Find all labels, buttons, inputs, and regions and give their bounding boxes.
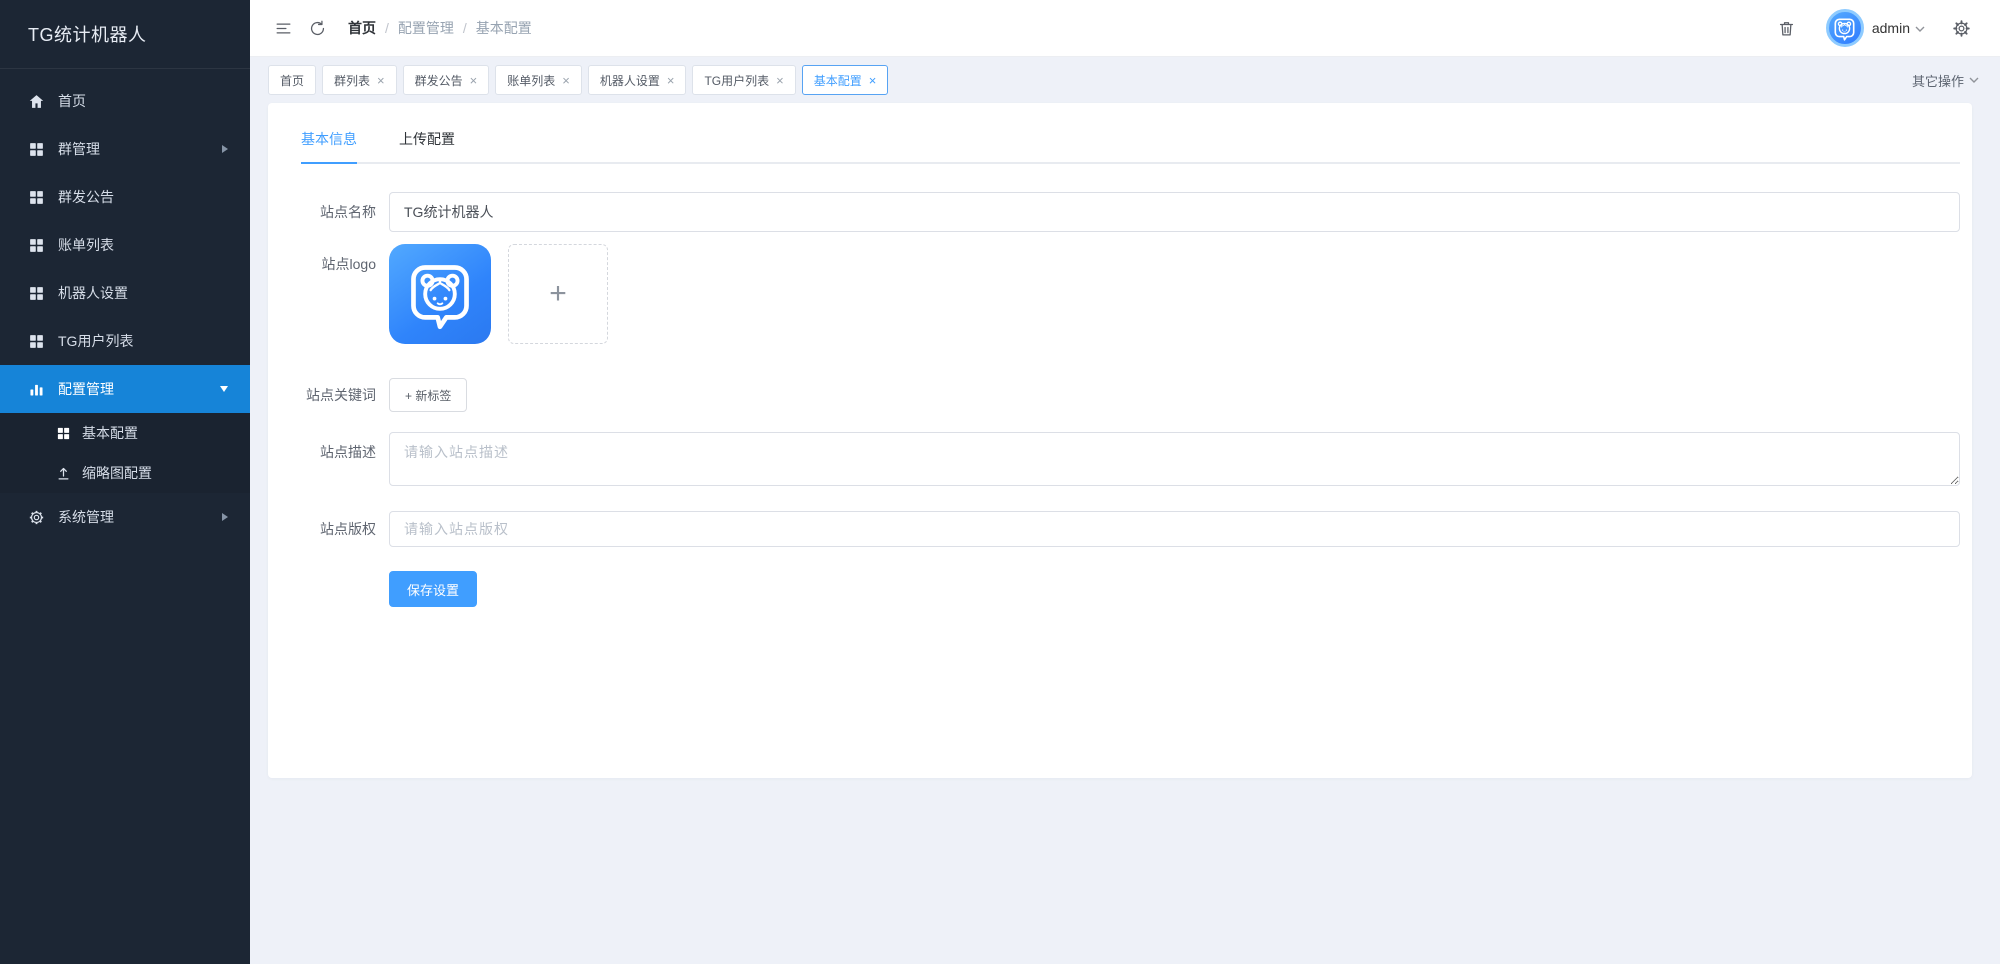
main-area: 首页 / 配置管理 / 基本配置 admin 首页 群列表 × 群发公告 × 账… (250, 0, 2000, 964)
sidebar-item-label: 账单列表 (58, 237, 114, 253)
sidebar-menu: 首页 群管理 群发公告 账单列表 机器人设置 TG用户列表 配置管理 基本配置 … (0, 69, 250, 541)
sidebar-item-label: 群发公告 (58, 189, 114, 205)
spacer (301, 571, 389, 607)
user-menu[interactable]: admin (1825, 9, 1926, 47)
logo-upload-button[interactable]: + (508, 244, 608, 344)
close-icon[interactable]: × (470, 74, 478, 87)
grid-icon (28, 237, 45, 254)
content-panel: 基本信息 上传配置 站点名称 站点logo (268, 103, 1972, 778)
tag-tg-users[interactable]: TG用户列表 × (692, 65, 796, 95)
grid-icon (56, 426, 71, 441)
home-icon (28, 93, 45, 110)
sidebar-item-label: TG用户列表 (58, 333, 134, 349)
sidebar-item-robot-settings[interactable]: 机器人设置 (0, 269, 250, 317)
breadcrumb-current: 基本配置 (475, 20, 532, 36)
sidebar-item-label: 首页 (58, 93, 86, 109)
close-icon[interactable]: × (869, 74, 877, 87)
content-tabs: 基本信息 上传配置 (301, 129, 1960, 164)
trash-icon[interactable] (1770, 11, 1804, 45)
site-name-input[interactable] (389, 192, 1960, 232)
sidebar-item-label: 机器人设置 (58, 285, 128, 301)
sidebar-item-label: 配置管理 (58, 381, 114, 397)
tag-label: 群列表 (334, 73, 371, 88)
tag-announcements[interactable]: 群发公告 × (402, 65, 490, 95)
site-description-textarea[interactable] (389, 432, 1960, 486)
sidebar-item-group-mgmt[interactable]: 群管理 (0, 125, 250, 173)
other-operations-label: 其它操作 (1911, 73, 1964, 89)
site-config-form: 站点名称 站点logo (301, 192, 1960, 607)
chevron-down-icon (1968, 74, 1980, 86)
tag-label: 账单列表 (507, 73, 556, 88)
new-tag-button[interactable]: + 新标签 (389, 378, 468, 412)
grid-icon (28, 189, 45, 206)
sidebar-subitem-thumbnail-config[interactable]: 缩略图配置 (0, 453, 250, 493)
tab-basic-info[interactable]: 基本信息 (301, 129, 357, 164)
other-operations-dropdown[interactable]: 其它操作 (1912, 71, 1980, 90)
grid-icon (28, 333, 45, 350)
opened-tags: 首页 群列表 × 群发公告 × 账单列表 × 机器人设置 × TG用户列表 × (268, 65, 889, 95)
sidebar-item-home[interactable]: 首页 (0, 77, 250, 125)
avatar (1825, 9, 1864, 47)
config-submenu: 基本配置 缩略图配置 (0, 413, 250, 493)
bar-chart-icon (28, 381, 45, 398)
breadcrumb-separator: / (462, 20, 467, 36)
grid-icon (28, 285, 45, 302)
site-copyright-input[interactable] (389, 511, 1960, 547)
tag-robot-settings[interactable]: 机器人设置 × (587, 65, 687, 95)
tag-label: 首页 (280, 73, 305, 88)
chevron-down-icon (1914, 22, 1926, 34)
site-logo-image[interactable] (389, 244, 491, 344)
sidebar-item-system-mgmt[interactable]: 系统管理 (0, 493, 250, 541)
close-icon[interactable]: × (562, 74, 570, 87)
sidebar-item-tg-users[interactable]: TG用户列表 (0, 317, 250, 365)
chevron-down-icon (220, 386, 228, 392)
top-header: 首页 / 配置管理 / 基本配置 admin (250, 0, 2000, 57)
sidebar-item-bills[interactable]: 账单列表 (0, 221, 250, 269)
tag-label: 机器人设置 (599, 73, 660, 88)
sidebar-item-label: 缩略图配置 (82, 465, 152, 481)
username: admin (1871, 20, 1910, 36)
plus-icon: + (549, 277, 567, 310)
sidebar: TG统计机器人 首页 群管理 群发公告 账单列表 机器人设置 TG用户列表 配置… (0, 0, 250, 964)
breadcrumb-home[interactable]: 首页 (348, 18, 376, 38)
upload-icon (56, 466, 71, 481)
site-copyright-label: 站点版权 (320, 521, 376, 537)
sidebar-item-announcements[interactable]: 群发公告 (0, 173, 250, 221)
breadcrumb: 首页 / 配置管理 / 基本配置 (348, 18, 532, 38)
sidebar-subitem-basic-config[interactable]: 基本配置 (0, 413, 250, 453)
save-settings-button[interactable]: 保存设置 (389, 571, 478, 607)
site-logo-label: 站点logo (321, 256, 376, 272)
close-icon[interactable]: × (377, 74, 385, 87)
collapse-sidebar-icon[interactable] (266, 11, 300, 45)
breadcrumb-separator: / (385, 20, 389, 36)
sidebar-item-label: 基本配置 (82, 425, 138, 441)
site-name-label: 站点名称 (320, 204, 376, 220)
chevron-right-icon (222, 513, 228, 521)
tags-view-bar: 首页 群列表 × 群发公告 × 账单列表 × 机器人设置 × TG用户列表 × (250, 57, 2000, 103)
gear-icon (28, 509, 45, 526)
close-icon[interactable]: × (667, 74, 675, 87)
close-icon[interactable]: × (776, 74, 784, 87)
tag-home[interactable]: 首页 (268, 65, 317, 95)
tab-upload-config[interactable]: 上传配置 (399, 129, 455, 162)
breadcrumb-config-mgmt[interactable]: 配置管理 (398, 18, 454, 38)
sidebar-item-label: 系统管理 (58, 509, 114, 525)
tag-label: 基本配置 (813, 73, 862, 88)
sidebar-item-config-mgmt[interactable]: 配置管理 (0, 365, 250, 413)
refresh-icon[interactable] (300, 11, 334, 45)
site-keywords-label: 站点关键词 (306, 387, 376, 403)
tag-bills[interactable]: 账单列表 × (495, 65, 582, 95)
site-description-label: 站点描述 (320, 444, 376, 460)
tag-basic-config[interactable]: 基本配置 × (801, 65, 889, 95)
tag-label: TG用户列表 (704, 73, 770, 88)
tag-label: 群发公告 (414, 73, 463, 88)
app-title: TG统计机器人 (0, 0, 250, 69)
settings-gear-icon[interactable] (1944, 11, 1978, 45)
tag-group-list[interactable]: 群列表 × (322, 65, 397, 95)
sidebar-item-label: 群管理 (58, 141, 100, 157)
grid-icon (28, 141, 45, 158)
chevron-right-icon (222, 145, 228, 153)
